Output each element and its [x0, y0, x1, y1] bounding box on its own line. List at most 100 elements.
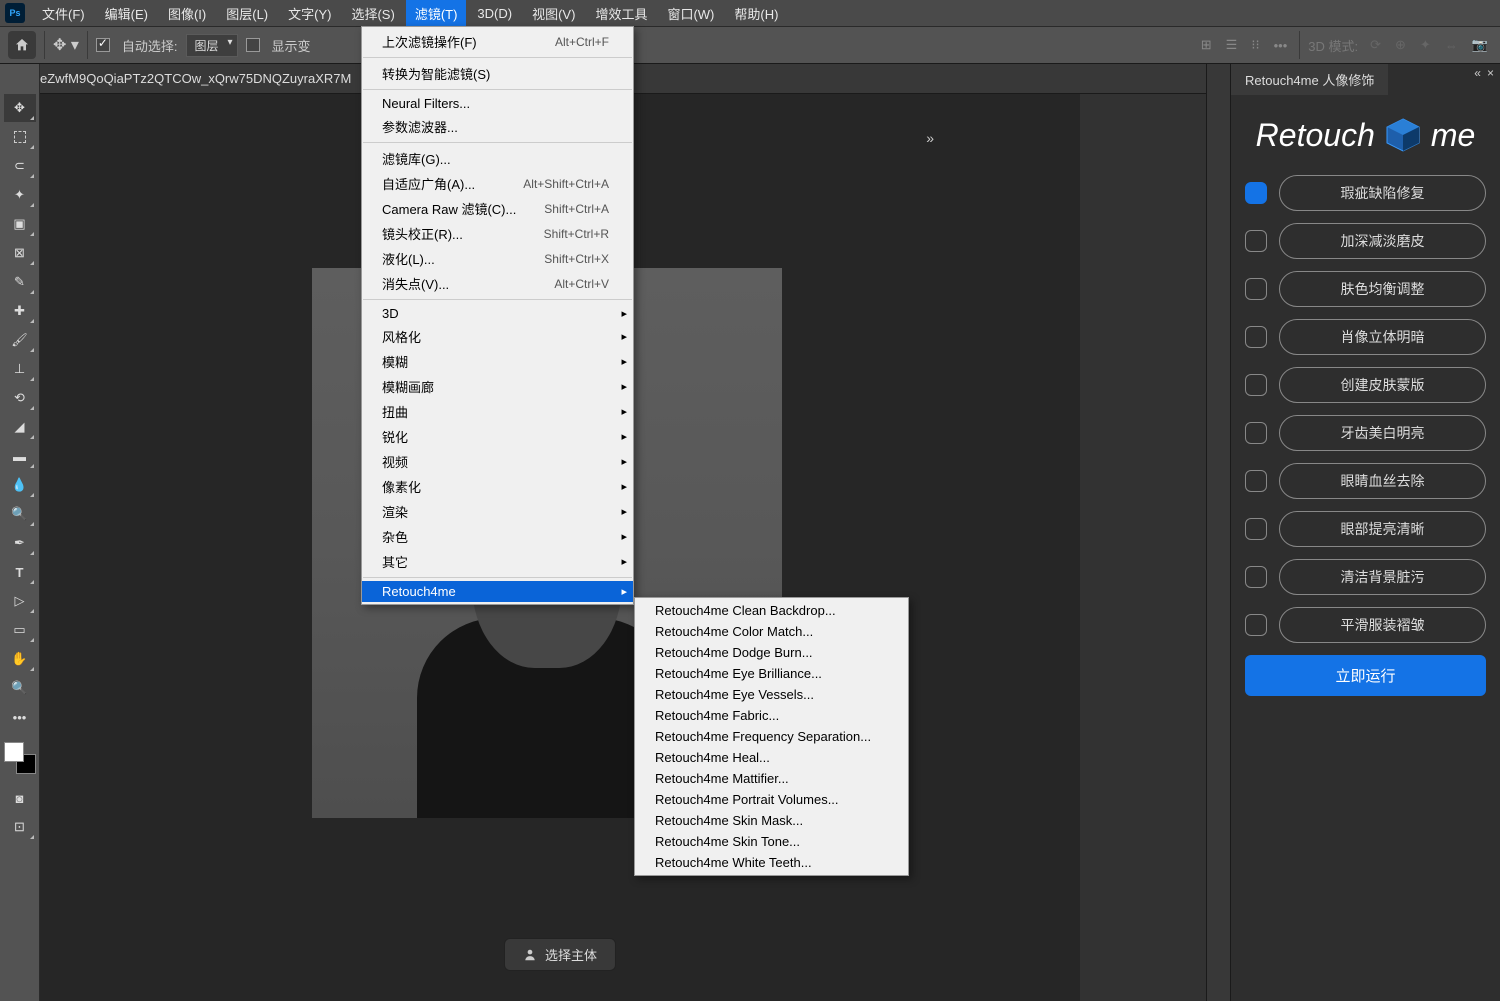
submenu-item-skin-tone[interactable]: Retouch4me Skin Tone...: [635, 831, 908, 852]
collapse-icon[interactable]: «: [1474, 66, 1481, 80]
option-button[interactable]: 创建皮肤蒙版: [1279, 367, 1486, 403]
color-swatch[interactable]: [4, 742, 36, 774]
option-checkbox[interactable]: [1245, 374, 1267, 396]
menu-item-video[interactable]: 视频: [362, 449, 633, 474]
history-brush-tool[interactable]: ⟲: [4, 384, 36, 412]
run-button[interactable]: 立即运行: [1245, 655, 1486, 696]
align-icon[interactable]: ⊞: [1197, 35, 1216, 55]
menu-file[interactable]: 文件(F): [33, 0, 94, 27]
option-checkbox[interactable]: [1245, 278, 1267, 300]
more-icon[interactable]: •••: [1270, 36, 1292, 55]
option-button[interactable]: 眼睛血丝去除: [1279, 463, 1486, 499]
menu-select[interactable]: 选择(S): [342, 0, 403, 27]
menu-plugins[interactable]: 增效工具: [586, 0, 656, 27]
type-tool[interactable]: T: [4, 558, 36, 586]
option-checkbox[interactable]: [1245, 470, 1267, 492]
menu-item-smart-filter[interactable]: 转换为智能滤镜(S): [362, 61, 633, 86]
auto-select-checkbox[interactable]: [96, 38, 110, 52]
submenu-item-fabric[interactable]: Retouch4me Fabric...: [635, 705, 908, 726]
menu-item-blur-gallery[interactable]: 模糊画廊: [362, 374, 633, 399]
menu-item-distort[interactable]: 扭曲: [362, 399, 633, 424]
menu-layer[interactable]: 图层(L): [217, 0, 277, 27]
option-button[interactable]: 加深减淡磨皮: [1279, 223, 1486, 259]
submenu-item-color-match[interactable]: Retouch4me Color Match...: [635, 621, 908, 642]
option-checkbox[interactable]: [1245, 518, 1267, 540]
home-icon[interactable]: [8, 31, 36, 59]
expand-panels-icon[interactable]: »: [926, 130, 936, 146]
align-icon[interactable]: ☰: [1222, 35, 1242, 55]
submenu-item-skin-mask[interactable]: Retouch4me Skin Mask...: [635, 810, 908, 831]
close-icon[interactable]: ×: [1487, 66, 1494, 80]
document-tab[interactable]: eZwfM9QoQiaPTz2QTCOw_xQrw75DNQZuyraXR7M: [40, 71, 351, 86]
clone-stamp-tool[interactable]: ⊥: [4, 355, 36, 383]
menu-item-other[interactable]: 其它: [362, 549, 633, 574]
menu-image[interactable]: 图像(I): [159, 0, 215, 27]
submenu-item-mattifier[interactable]: Retouch4me Mattifier...: [635, 768, 908, 789]
submenu-item-dodge-burn[interactable]: Retouch4me Dodge Burn...: [635, 642, 908, 663]
submenu-item-portrait-volumes[interactable]: Retouch4me Portrait Volumes...: [635, 789, 908, 810]
option-button[interactable]: 眼部提亮清晰: [1279, 511, 1486, 547]
menu-item-render[interactable]: 渲染: [362, 499, 633, 524]
quickmask-tool[interactable]: ◙: [4, 784, 36, 812]
option-button[interactable]: 牙齿美白明亮: [1279, 415, 1486, 451]
eraser-tool[interactable]: ◢: [4, 413, 36, 441]
option-checkbox[interactable]: [1245, 326, 1267, 348]
submenu-item-white-teeth[interactable]: Retouch4me White Teeth...: [635, 852, 908, 873]
frame-tool[interactable]: ⊠: [4, 239, 36, 267]
submenu-item-eye-brilliance[interactable]: Retouch4me Eye Brilliance...: [635, 663, 908, 684]
menu-item-noise[interactable]: 杂色: [362, 524, 633, 549]
blur-tool[interactable]: 💧: [4, 471, 36, 499]
menu-type[interactable]: 文字(Y): [279, 0, 340, 27]
menu-help[interactable]: 帮助(H): [725, 0, 787, 27]
panel-tab[interactable]: Retouch4me 人像修饰: [1231, 64, 1388, 95]
menu-filter[interactable]: 滤镜(T): [406, 0, 467, 27]
align-icon[interactable]: ⁝⁝: [1247, 35, 1263, 55]
dodge-tool[interactable]: 🔍: [4, 500, 36, 528]
menu-item-3d[interactable]: 3D: [362, 303, 633, 324]
option-button[interactable]: 肤色均衡调整: [1279, 271, 1486, 307]
menu-item-vanishing-point[interactable]: 消失点(V)...Alt+Ctrl+V: [362, 271, 633, 296]
marquee-tool[interactable]: [4, 123, 36, 151]
show-transform-checkbox[interactable]: [246, 38, 260, 52]
menu-view[interactable]: 视图(V): [523, 0, 584, 27]
move-tool[interactable]: ✥: [4, 94, 36, 122]
menu-item-camera-raw[interactable]: Camera Raw 滤镜(C)...Shift+Ctrl+A: [362, 196, 633, 221]
menu-item-retouch4me[interactable]: Retouch4me: [362, 581, 633, 602]
submenu-item-heal[interactable]: Retouch4me Heal...: [635, 747, 908, 768]
option-button[interactable]: 肖像立体明暗: [1279, 319, 1486, 355]
select-subject-button[interactable]: 选择主体: [504, 938, 616, 971]
path-select-tool[interactable]: ▷: [4, 587, 36, 615]
menu-item-neural-filters[interactable]: Neural Filters...: [362, 93, 633, 114]
submenu-item-clean-backdrop[interactable]: Retouch4me Clean Backdrop...: [635, 600, 908, 621]
option-checkbox[interactable]: [1245, 566, 1267, 588]
screenmode-tool[interactable]: ⊡: [4, 813, 36, 841]
menu-item-adaptive-wide[interactable]: 自适应广角(A)...Alt+Shift+Ctrl+A: [362, 171, 633, 196]
shape-tool[interactable]: ▭: [4, 616, 36, 644]
menu-3d[interactable]: 3D(D): [468, 2, 521, 25]
hand-tool[interactable]: ✋: [4, 645, 36, 673]
menu-item-param-filter[interactable]: 参数滤波器...: [362, 114, 633, 139]
magic-wand-tool[interactable]: ✦: [4, 181, 36, 209]
gradient-tool[interactable]: ▬: [4, 442, 36, 470]
pen-tool[interactable]: ✒: [4, 529, 36, 557]
menu-item-pixelate[interactable]: 像素化: [362, 474, 633, 499]
lasso-tool[interactable]: ⊂: [4, 152, 36, 180]
menu-item-blur[interactable]: 模糊: [362, 349, 633, 374]
option-button[interactable]: 瑕疵缺陷修复: [1279, 175, 1486, 211]
brush-tool[interactable]: 🖌: [4, 326, 36, 354]
edit-toolbar[interactable]: •••: [4, 703, 36, 731]
option-checkbox[interactable]: [1245, 614, 1267, 636]
menu-item-filter-gallery[interactable]: 滤镜库(G)...: [362, 146, 633, 171]
option-button[interactable]: 平滑服装褶皱: [1279, 607, 1486, 643]
option-checkbox[interactable]: [1245, 230, 1267, 252]
menu-window[interactable]: 窗口(W): [658, 0, 723, 27]
menu-item-sharpen[interactable]: 锐化: [362, 424, 633, 449]
zoom-tool[interactable]: 🔍: [4, 674, 36, 702]
menu-item-lens-correction[interactable]: 镜头校正(R)...Shift+Ctrl+R: [362, 221, 633, 246]
healing-brush-tool[interactable]: ✚: [4, 297, 36, 325]
submenu-item-eye-vessels[interactable]: Retouch4me Eye Vessels...: [635, 684, 908, 705]
option-checkbox[interactable]: [1245, 422, 1267, 444]
eyedropper-tool[interactable]: ✎: [4, 268, 36, 296]
menu-edit[interactable]: 编辑(E): [96, 0, 157, 27]
menu-item-liquify[interactable]: 液化(L)...Shift+Ctrl+X: [362, 246, 633, 271]
